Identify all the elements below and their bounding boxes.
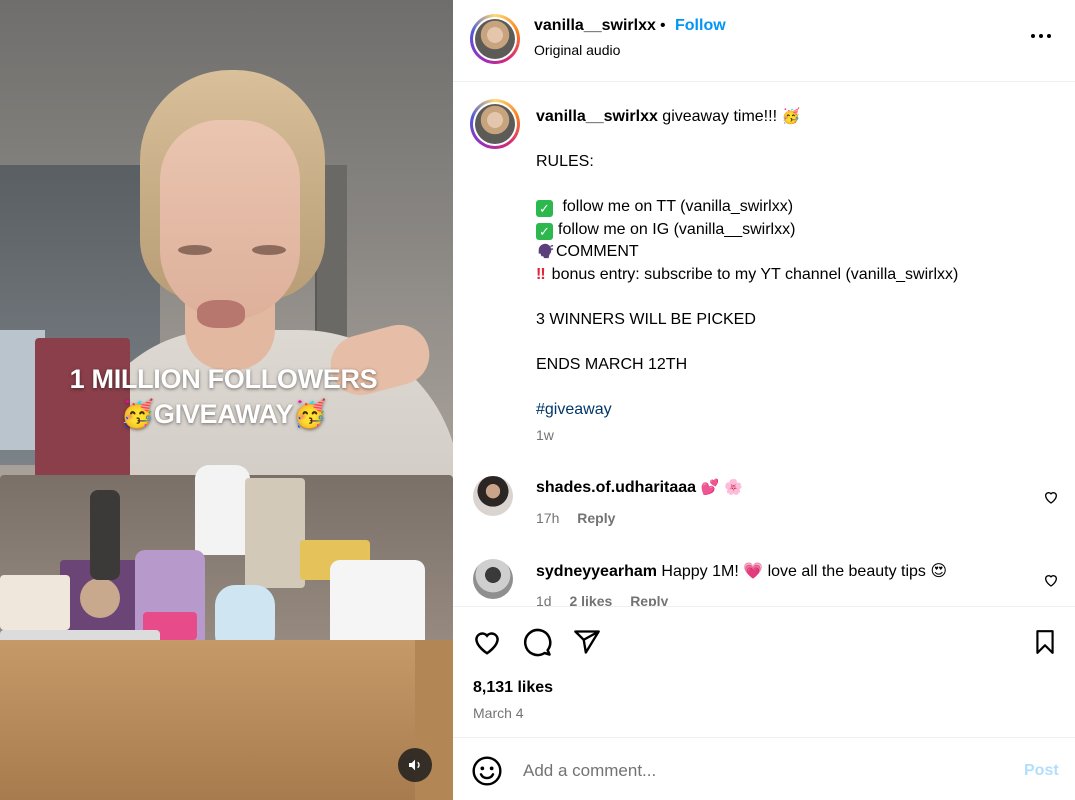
- caption-username[interactable]: vanilla__swirlxx: [536, 108, 658, 125]
- comment-time[interactable]: 17h: [536, 510, 559, 526]
- comment-item: sydneyyearham Happy 1M! 💗 love all the b…: [453, 559, 1075, 606]
- party-emoji: 🥳: [120, 399, 155, 429]
- commenter-avatar[interactable]: [473, 476, 513, 516]
- heart-icon: [475, 632, 499, 655]
- bookmark-icon: [1036, 630, 1054, 654]
- like-button[interactable]: [470, 625, 504, 659]
- rule-1: follow me on TT (vanilla_swirlxx): [558, 198, 794, 215]
- check-icon: ✓: [536, 200, 553, 217]
- overlay-giveaway: GIVEAWAY: [153, 399, 294, 429]
- party-emoji: 🥳: [293, 399, 327, 429]
- commenter-username[interactable]: shades.of.udharitaaa: [536, 479, 696, 496]
- person-lips: [197, 300, 245, 328]
- comment-item: shades.of.udharitaaa 💕 🌸 17h Reply: [453, 476, 1075, 546]
- video-overlay-text-2: 🥳GIVEAWAY🥳: [0, 398, 450, 430]
- winners-text: 3 WINNERS WILL BE PICKED: [536, 310, 756, 328]
- product-cream-box: [0, 575, 70, 630]
- separator-dot: •: [660, 17, 666, 34]
- commenter-avatar[interactable]: [473, 559, 513, 599]
- comment-button[interactable]: [520, 625, 554, 659]
- person-eye: [178, 245, 212, 255]
- comment-text: shades.of.udharitaaa 💕 🌸: [536, 478, 743, 497]
- author-avatar[interactable]: [470, 14, 520, 64]
- save-button[interactable]: [1028, 625, 1062, 659]
- like-comment-heart-icon[interactable]: [1043, 572, 1059, 588]
- comment-text: sydneyyearham Happy 1M! 💗 love all the b…: [536, 561, 947, 581]
- product-mascara-box: [245, 478, 305, 588]
- rule-3: COMMENT: [556, 243, 639, 260]
- likes-count[interactable]: 8,131 likes: [473, 679, 553, 697]
- party-emoji: 🥳: [781, 107, 801, 125]
- comment-meta: 1d 2 likes Reply: [536, 593, 682, 606]
- mute-button[interactable]: [398, 748, 432, 782]
- paper-plane-icon: [574, 630, 600, 654]
- more-options-icon[interactable]: [1029, 24, 1053, 52]
- post-actions: 8,131 likes March 4: [453, 606, 1075, 736]
- emoji-icon[interactable]: [471, 755, 503, 787]
- cardboard-box: [0, 640, 453, 800]
- commenter-username[interactable]: sydneyyearham: [536, 563, 657, 580]
- speaker-icon: [409, 759, 420, 771]
- person-eye: [252, 245, 286, 255]
- comment-body: 💕 🌸: [696, 478, 743, 496]
- audio-label[interactable]: Original audio: [534, 42, 620, 58]
- caption-avatar[interactable]: [470, 99, 520, 149]
- reply-button[interactable]: Reply: [577, 510, 615, 526]
- post-date: March 4: [473, 705, 524, 721]
- comment-body: Happy 1M! 💗 love all the beauty tips 😍: [656, 563, 948, 580]
- rule-2: follow me on IG (vanilla__swirlxx): [558, 220, 796, 238]
- post-video[interactable]: 1 MILLION FOLLOWERS 🥳GIVEAWAY🥳: [0, 0, 453, 800]
- product-eyeshadow-pan: [80, 578, 120, 618]
- caption: vanilla__swirlxx giveaway time!!! 🥳 RULE…: [536, 105, 1056, 421]
- caption-timestamp[interactable]: 1w: [536, 427, 554, 443]
- author-username[interactable]: vanilla__swirlxx: [534, 17, 656, 35]
- share-button[interactable]: [570, 625, 604, 659]
- post-comment-button[interactable]: Post: [1024, 762, 1059, 780]
- post-header: vanilla__swirlxx • Follow Original audio: [453, 0, 1075, 82]
- rule-4: bonus entry: subscribe to my YT channel …: [551, 265, 959, 283]
- comment-likes[interactable]: 2 likes: [569, 593, 612, 606]
- like-comment-heart-icon[interactable]: [1043, 489, 1059, 505]
- speaking-head-icon: [538, 243, 554, 259]
- post-details-panel: vanilla__swirlxx • Follow Original audio…: [453, 0, 1075, 800]
- reply-button[interactable]: Reply: [630, 593, 668, 606]
- ends-text: ENDS MARCH 12TH: [536, 355, 688, 373]
- comments-scroll-area[interactable]: vanilla__swirlxx giveaway time!!! 🥳 RULE…: [453, 83, 1075, 606]
- comment-bubble-icon: [524, 628, 552, 657]
- caption-text: giveaway time!!!: [657, 108, 782, 125]
- add-comment-bar: Post: [453, 737, 1075, 800]
- check-icon: ✓: [536, 222, 553, 240]
- comment-meta: 17h Reply: [536, 510, 629, 526]
- double-exclamation-icon: ‼: [536, 265, 546, 283]
- comment-input[interactable]: [523, 757, 1003, 785]
- video-overlay-text: 1 MILLION FOLLOWERS: [69, 364, 378, 394]
- follow-button[interactable]: Follow: [675, 17, 726, 35]
- rules-title: RULES:: [536, 153, 594, 170]
- product-pump-bottle: [195, 465, 250, 555]
- person-face: [160, 120, 300, 320]
- product-serum-bottle: [90, 490, 120, 580]
- comment-time[interactable]: 1d: [536, 593, 552, 606]
- hashtag-link[interactable]: #giveaway: [536, 401, 612, 418]
